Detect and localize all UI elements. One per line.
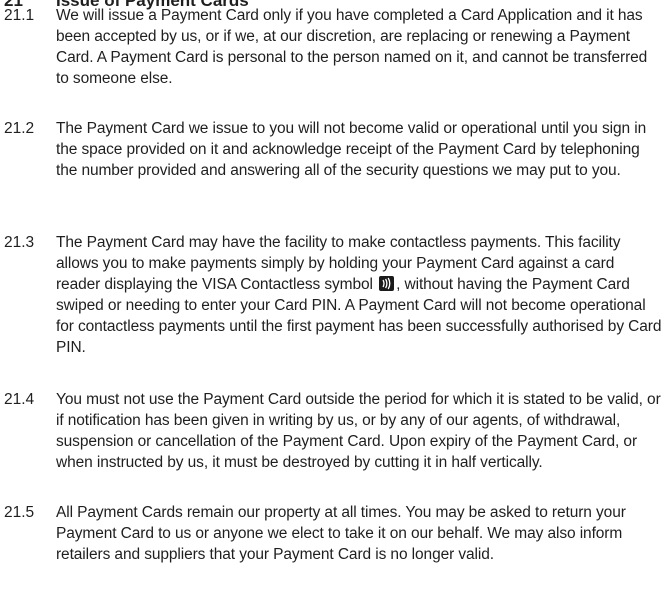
clause-number: 21.4 [4, 391, 35, 408]
contactless-icon [379, 276, 395, 291]
clause-text: You must not use the Payment Card outsid… [56, 391, 661, 471]
document-page: 21 Issue of Payment Cards 21.1 We will is… [0, 0, 667, 603]
clause-21-2: 21.2 The Payment Card we issue to you wi… [4, 118, 664, 181]
clause-text: All Payment Cards remain our property at… [56, 504, 626, 563]
clause-number: 21.5 [4, 504, 35, 521]
clause-number: 21.2 [4, 120, 35, 137]
clause-21-5: 21.5 All Payment Cards remain our proper… [4, 502, 664, 565]
clause-21-3: 21.3 The Payment Card may have the facil… [4, 232, 664, 358]
clause-text: The Payment Card may have the facility t… [56, 232, 662, 358]
clause-text: The Payment Card we issue to you will no… [56, 120, 647, 179]
clause-21-4: 21.4 You must not use the Payment Card o… [4, 389, 664, 473]
clause-21-1: 21.1 We will issue a Payment Card only i… [4, 5, 664, 89]
clause-text: We will issue a Payment Card only if you… [56, 7, 648, 87]
clause-number: 21.1 [4, 7, 35, 24]
clause-number: 21.3 [4, 234, 35, 251]
